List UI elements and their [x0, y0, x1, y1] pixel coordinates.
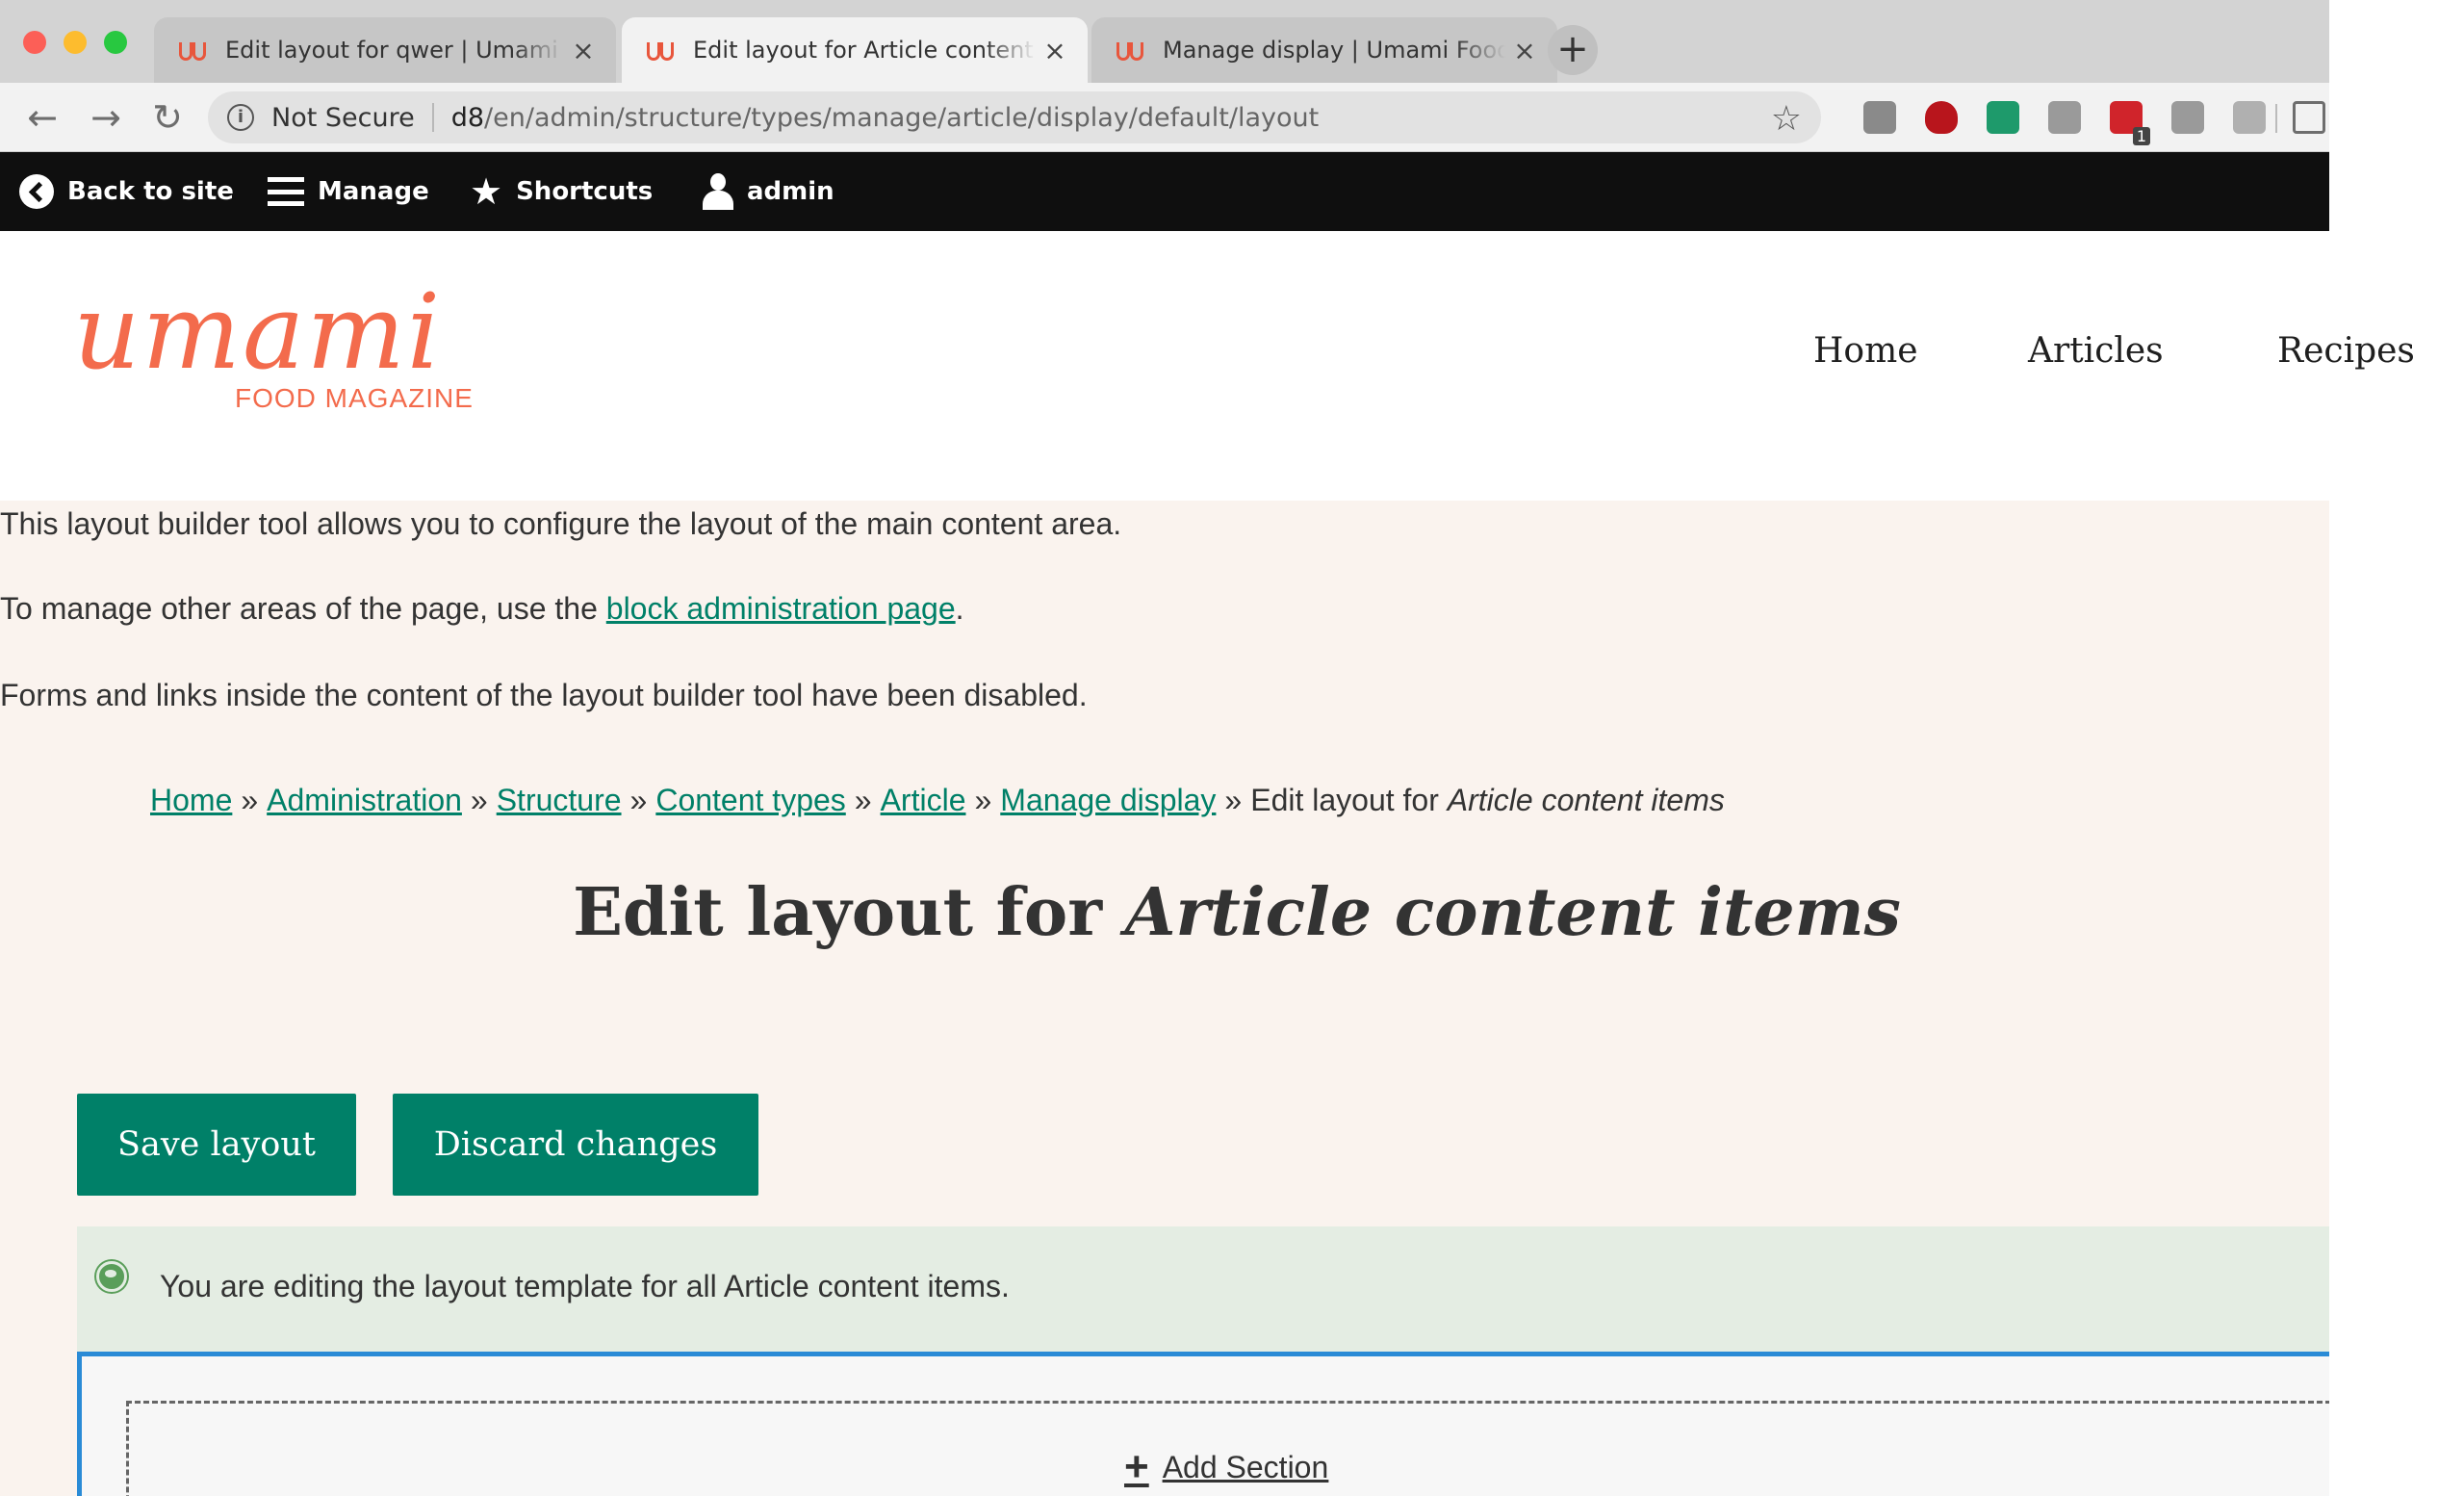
address-divider [431, 103, 434, 132]
new-tab-button[interactable]: + [1548, 25, 1598, 75]
globe-icon [96, 1261, 127, 1292]
help-text-blocks: To manage other areas of the page, use t… [0, 591, 964, 627]
extension-s-icon[interactable] [1987, 101, 2019, 134]
browser-window-chrome: Edit layout for qwer | Umami Food Magazi… [0, 0, 2329, 152]
plus-icon: + [1124, 1443, 1149, 1490]
user-icon [703, 173, 733, 210]
main-nav-home[interactable]: Home [1813, 331, 1918, 371]
admin-toolbar: Back to site Manage ★ Shortcuts admin [0, 152, 2329, 231]
extension-ublock-icon[interactable] [1925, 101, 1958, 134]
back-to-site-link[interactable]: Back to site [19, 152, 234, 231]
help-text-intro: This layout builder tool allows you to c… [0, 506, 1122, 541]
breadcrumb-separator: » [974, 783, 992, 817]
manage-label: Manage [318, 177, 429, 206]
breadcrumb-content-types[interactable]: Content types [655, 783, 845, 817]
toolbar-divider [2275, 104, 2277, 133]
tab-close-icon[interactable]: × [1505, 35, 1544, 66]
bookmark-star-icon[interactable]: ☆ [1771, 99, 1802, 139]
help-blocks-suffix: . [955, 591, 964, 626]
breadcrumb-separator: » [1224, 783, 1243, 817]
extension-badge: 1 [2132, 127, 2150, 145]
user-label: admin [747, 177, 834, 206]
security-status[interactable]: Not Secure [271, 103, 415, 133]
site-info-icon[interactable]: i [227, 104, 254, 131]
add-section-label: Add Section [1162, 1449, 1329, 1484]
status-message-text: You are editing the layout template for … [160, 1269, 1010, 1303]
extension-chart-icon[interactable] [2048, 101, 2081, 134]
block-administration-link[interactable]: block administration page [606, 591, 956, 626]
main-nav-articles[interactable]: Articles [2028, 331, 2164, 371]
help-blocks-prefix: To manage other areas of the page, use t… [0, 591, 606, 626]
url-path: /en/admin/structure/types/manage/article… [484, 102, 1320, 133]
tab-close-icon[interactable]: × [1036, 35, 1074, 66]
main-nav-recipes[interactable]: Recipes [2277, 331, 2415, 371]
breadcrumb-current-prefix: Edit layout for [1250, 783, 1448, 817]
cast-icon[interactable] [2293, 101, 2325, 134]
breadcrumb-separator: » [241, 783, 259, 817]
status-message: You are editing the layout template for … [77, 1226, 2329, 1352]
shortcuts-menu-button[interactable]: ★ Shortcuts [470, 152, 653, 231]
back-to-site-label: Back to site [67, 177, 234, 206]
logo-tagline: FOOD MAGAZINE [235, 383, 474, 413]
breadcrumb-article[interactable]: Article [881, 783, 966, 817]
breadcrumb-separator: » [470, 783, 488, 817]
close-window-button[interactable] [23, 31, 46, 54]
hamburger-menu-icon [268, 177, 304, 206]
extension-puzzle-icon[interactable] [2171, 101, 2204, 134]
breadcrumb-manage-display[interactable]: Manage display [1000, 783, 1216, 817]
page-title: Edit layout for Article content items [0, 874, 2329, 951]
extension-cube-icon[interactable] [2233, 101, 2266, 134]
tab-title: Edit layout for Article content items | … [693, 37, 1036, 64]
browser-toolbar: ← → ↻ i Not Secure d8/en/admin/structure… [0, 83, 2329, 152]
page-title-emphasis: Article content items [1124, 874, 1901, 951]
user-menu-button[interactable]: admin [703, 152, 834, 231]
forward-arrow-icon[interactable]: → [81, 92, 131, 142]
discard-changes-button[interactable]: Discard changes [393, 1094, 758, 1196]
zoom-window-button[interactable] [104, 31, 127, 54]
umami-favicon-icon [647, 40, 674, 61]
breadcrumb-administration[interactable]: Administration [267, 783, 462, 817]
breadcrumb-structure[interactable]: Structure [497, 783, 622, 817]
extension-red-icon[interactable]: 1 [2110, 101, 2150, 145]
browser-tab-2[interactable]: Edit layout for Article content items | … [622, 17, 1088, 83]
breadcrumb-home[interactable]: Home [150, 783, 232, 817]
breadcrumb-separator: » [854, 783, 872, 817]
back-arrow-icon[interactable]: ← [17, 92, 67, 142]
help-text-disabled: Forms and links inside the content of th… [0, 678, 1088, 712]
tab-title: Edit layout for qwer | Umami Food Magazi… [225, 37, 564, 64]
shortcuts-label: Shortcuts [516, 177, 654, 206]
extension-js-icon[interactable] [1863, 101, 1896, 134]
browser-tab-1[interactable]: Edit layout for qwer | Umami Food Magazi… [154, 17, 616, 83]
browser-tab-3[interactable]: Manage display | Umami Food Magazine × [1091, 17, 1557, 83]
address-bar[interactable]: i Not Secure d8/en/admin/structure/types… [208, 91, 1821, 143]
breadcrumb-separator: » [629, 783, 648, 817]
breadcrumb-current-emphasis: Article content items [1447, 783, 1725, 817]
minimize-window-button[interactable] [64, 31, 87, 54]
reload-icon[interactable]: ↻ [142, 92, 192, 142]
main-content: This layout builder tool allows you to c… [0, 501, 2329, 1496]
star-icon: ★ [470, 170, 503, 213]
umami-favicon-icon [1116, 40, 1143, 61]
back-chevron-icon [19, 174, 54, 209]
tab-close-icon[interactable]: × [564, 35, 603, 66]
url-host: d8 [450, 102, 485, 133]
tab-title: Manage display | Umami Food Magazine [1163, 37, 1505, 64]
logo-wordmark: umami [73, 272, 443, 393]
site-header: umami FOOD MAGAZINE Home Articles Recipe… [0, 231, 2415, 501]
page-title-prefix: Edit layout for [573, 874, 1125, 951]
add-section-link[interactable]: + Add Section [1124, 1446, 1328, 1488]
umami-favicon-icon [179, 40, 206, 61]
tab-strip: Edit layout for qwer | Umami Food Magazi… [0, 0, 2329, 83]
manage-menu-button[interactable]: Manage [268, 152, 429, 231]
breadcrumb: Home» Administration» Structure» Content ty… [150, 783, 1725, 818]
save-layout-button[interactable]: Save layout [77, 1094, 356, 1196]
